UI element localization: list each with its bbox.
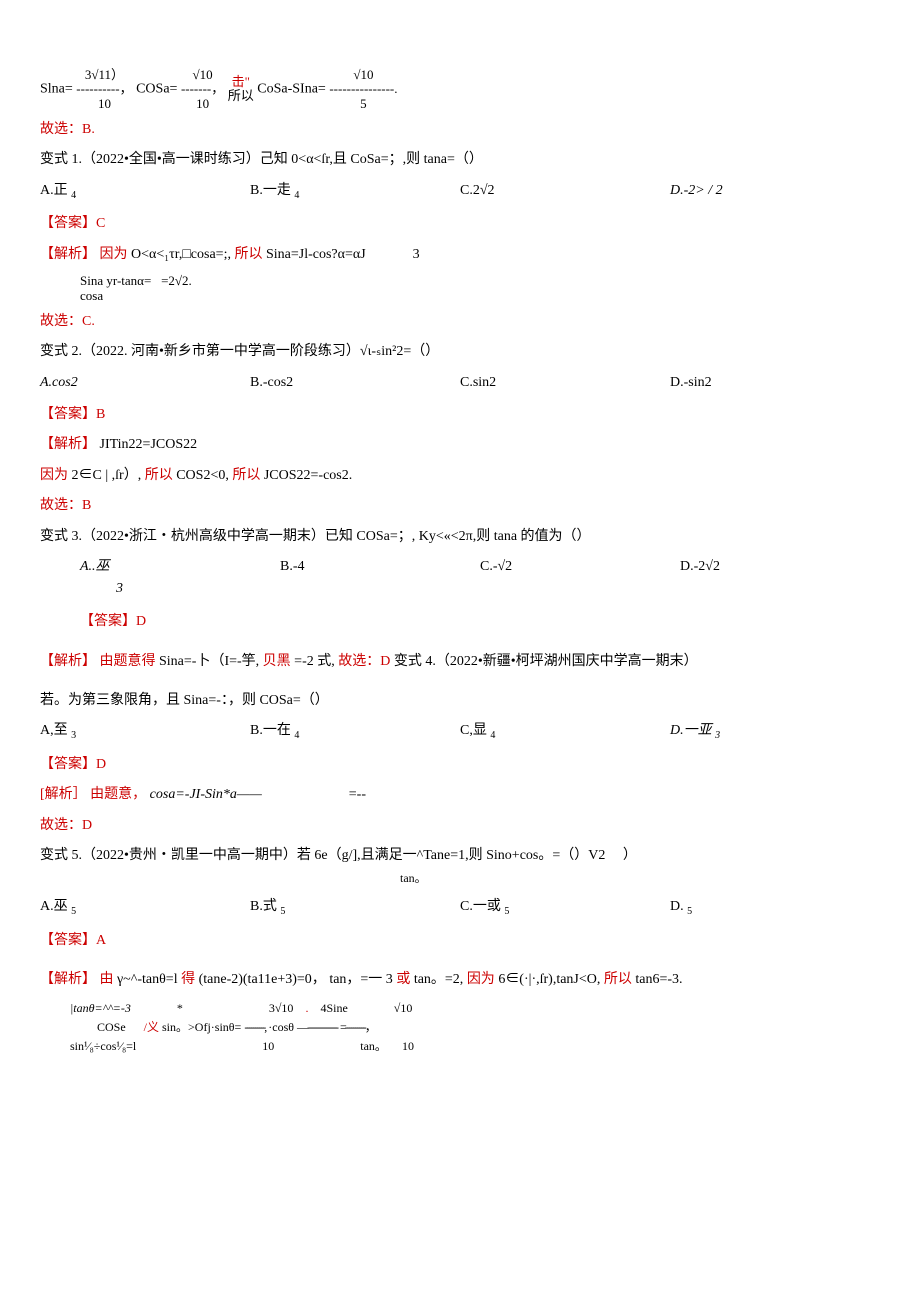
choice-d: D.一亚 3	[670, 720, 880, 744]
choice-c: C,显 4	[460, 720, 670, 744]
v4-choices: A,至 3 B.一在 4 C,显 4 D.一亚 3	[40, 720, 880, 744]
text: CoSa-SIna=	[257, 82, 326, 97]
choice-b: B.式 5	[250, 896, 460, 920]
choice-d: D.-2> / 2	[670, 180, 880, 204]
red-text: 击" 所以	[228, 75, 254, 104]
v2-answer: 【答案】B	[40, 404, 880, 426]
choice-a: A.正 4	[40, 180, 250, 204]
formula-row1: |tanθ=^^=-3 * 3√10 . 4Sine √10	[70, 999, 880, 1018]
fraction: 3√11） ----------， 10	[76, 68, 132, 111]
choice-a: A,至 3	[40, 720, 250, 744]
choice-d: D.-2√2	[680, 556, 880, 601]
v1-answer: 【答案】C	[40, 213, 880, 235]
choice-c: C.sin2	[460, 372, 670, 394]
v2-choices: A.cos2 B.-cos2 C.sin2 D.-sin2	[40, 372, 880, 394]
v5-formula: |tanθ=^^=-3 * 3√10 . 4Sine √10 COSe /义 s…	[70, 999, 880, 1057]
formula-row2: COSe /义 sin。>Ofj·sinθ= ----------, ·cosθ…	[70, 1018, 880, 1037]
preamble-line1: Slna= 3√11） ----------， 10 COSa= √10 ---…	[40, 68, 880, 111]
text: COSa=	[136, 82, 177, 97]
choice-d: D.-sin2	[670, 372, 880, 394]
formula-row3: sin¹⁄₈÷cos¹⁄₈=l 10 tan。 10	[70, 1037, 880, 1056]
v1-title: 变式 1.（2022•全国•高一课时练习）己知 0<α<ſr,且 CoSa=；,…	[40, 149, 880, 171]
v2-conclude: 故选：B	[40, 495, 880, 517]
choice-a: A.巫 5	[40, 896, 250, 920]
v4-title: 若。为第三象限角，且 Sina=-：，则 COSa=（）	[40, 690, 880, 712]
v5-title: 变式 5.（2022•贵州・凯里一中高一期中）若 6e（g/],且满足一^Tan…	[40, 845, 880, 867]
fraction: √10 -------， 10	[181, 68, 224, 111]
choice-b: B.一走 4	[250, 180, 460, 204]
v2-analysis-2: 因为 2∈C | ,ſr）, 所以 COS2<0, 所以 JCOS22=-cos…	[40, 465, 880, 487]
v5-choices: A.巫 5 B.式 5 C.一或 5 D. 5	[40, 896, 880, 920]
v3-title: 变式 3.（2022•浙江・杭州高级中学高一期末）已知 COSa=；, Ky<«…	[40, 526, 880, 548]
v4-analysis: [解析］ 由题意， cosa=-JI-Sin*a—— =--	[40, 784, 880, 806]
choice-c: C.2√2	[460, 180, 670, 204]
choice-a: A..巫 3	[80, 556, 280, 601]
v3-choices: A..巫 3 B.-4 C.-√2 D.-2√2	[80, 556, 880, 601]
choice-b: B.-4	[280, 556, 480, 601]
v1-choices: A.正 4 B.一走 4 C.2√2 D.-2> / 2	[40, 180, 880, 204]
fraction: √10 ---------------. 5	[329, 68, 397, 111]
choice-b: B.一在 4	[250, 720, 460, 744]
v2-title: 变式 2.（2022. 河南•新乡市第一中学高一阶段练习）√ι-ₛin²2=（）	[40, 341, 880, 363]
v5-title-sub: tan。	[400, 869, 880, 888]
choice-d: D. 5	[670, 896, 880, 920]
choice-c: C.-√2	[480, 556, 680, 601]
choice-c: C.一或 5	[460, 896, 670, 920]
conclusion: 故选：B.	[40, 119, 880, 141]
choice-a: A.cos2	[40, 372, 250, 394]
v1-analysis: 【解析】 因为 O<α<₁τr,□cosa=;, 所以 Sina=Jl-cos?…	[40, 244, 880, 266]
v5-analysis: 【解析】 由 γ~^-tanθ=l 得 (tane-2)(ta11e+3)=0，…	[40, 969, 880, 991]
text: Slna=	[40, 82, 73, 97]
v5-answer: 【答案】A	[40, 930, 880, 952]
v3-answer: 【答案】D	[80, 611, 880, 633]
v4-conclude: 故选：D	[40, 815, 880, 837]
choice-b: B.-cos2	[250, 372, 460, 394]
v4-answer: 【答案】D	[40, 754, 880, 776]
v1-conclude: 故选：C.	[40, 311, 880, 333]
v1-analysis-line2: Sina yr-tanα= =2√2. cosa	[80, 274, 880, 303]
v3-analysis: 【解析】 由题意得 Sina=-卜（I=-竽, 贝黑 =-2 式, 故选：D 变…	[40, 651, 880, 673]
v2-analysis-1: 【解析】 JITin22=JCOS22	[40, 434, 880, 456]
